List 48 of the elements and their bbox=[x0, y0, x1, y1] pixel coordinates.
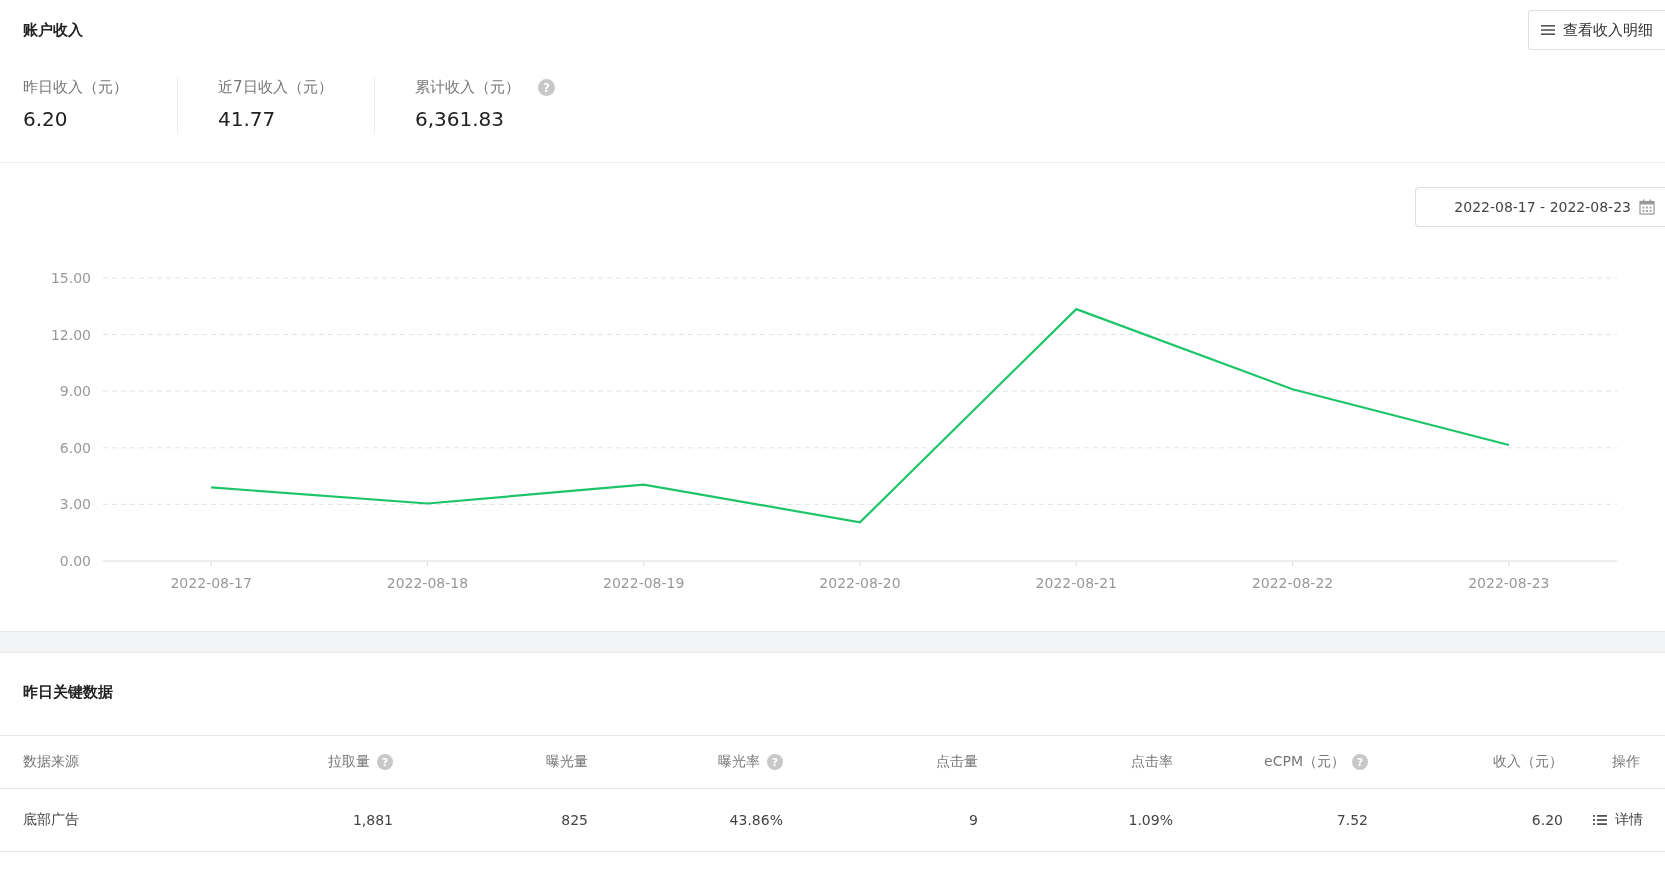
stat-value: 6,361.83 bbox=[415, 107, 506, 131]
table-cell: 9 bbox=[969, 812, 978, 828]
table-cell: 1,881 bbox=[352, 812, 393, 828]
y-axis-label: 6.00 bbox=[59, 439, 91, 456]
column-header: 点击量 bbox=[936, 753, 978, 771]
stat-value: 6.20 bbox=[23, 107, 69, 131]
table-cell: 825 bbox=[561, 812, 588, 828]
x-axis-label: 2022-08-22 bbox=[1251, 575, 1334, 591]
calendar-icon bbox=[1639, 199, 1655, 215]
column-header: 操作 bbox=[1612, 753, 1640, 771]
x-axis-label: 2022-08-19 bbox=[603, 575, 685, 591]
y-axis-label: 15.00 bbox=[50, 270, 91, 286]
column-header: eCPM（元） bbox=[1264, 753, 1345, 771]
column-header: 曝光率 bbox=[718, 753, 760, 771]
column-header: 点击率 bbox=[1131, 753, 1173, 771]
stat-label: 累计收入（元） bbox=[415, 78, 520, 97]
y-axis-label: 9.00 bbox=[59, 383, 91, 400]
stat-label: 近7日收入（元） bbox=[218, 78, 333, 97]
help-icon[interactable]: ? bbox=[538, 79, 555, 96]
x-axis-label: 2022-08-18 bbox=[386, 575, 469, 591]
y-axis-label: 3.00 bbox=[59, 496, 91, 513]
x-axis-label: 2022-08-21 bbox=[1035, 575, 1117, 591]
help-icon[interactable]: ? bbox=[767, 754, 783, 770]
section-title: 账户收入 bbox=[23, 20, 83, 40]
y-axis-label: 0.00 bbox=[59, 553, 91, 569]
details-link[interactable]: 详情 bbox=[1593, 811, 1643, 829]
menu-icon bbox=[1541, 24, 1555, 36]
x-axis-label: 2022-08-20 bbox=[819, 575, 901, 591]
stat-label: 昨日收入（元） bbox=[23, 78, 128, 97]
column-header: 数据来源 bbox=[23, 753, 79, 771]
income-detail-button[interactable]: 查看收入明细 bbox=[1528, 10, 1665, 50]
table-cell: 1.09% bbox=[1128, 812, 1173, 828]
date-range-field[interactable]: 2022-08-17 - 2022-08-23 bbox=[1415, 187, 1665, 227]
list-icon bbox=[1593, 814, 1607, 826]
x-axis-label: 2022-08-23 bbox=[1468, 575, 1550, 591]
table-cell: 6.20 bbox=[1531, 812, 1563, 828]
x-axis-label: 2022-08-17 bbox=[170, 575, 252, 591]
table-cell: 43.86% bbox=[729, 812, 783, 828]
y-axis-label: 12.00 bbox=[50, 326, 91, 343]
column-header: 收入（元） bbox=[1493, 753, 1563, 771]
column-header: 拉取量 bbox=[328, 753, 370, 771]
stat-value: 41.77 bbox=[218, 107, 277, 131]
help-icon[interactable]: ? bbox=[1352, 754, 1368, 770]
table-cell: 底部广告 bbox=[23, 811, 79, 827]
section-title: 昨日关键数据 bbox=[22, 682, 114, 703]
column-header: 曝光量 bbox=[546, 753, 588, 771]
table-cell: 7.52 bbox=[1336, 812, 1368, 828]
help-icon[interactable]: ? bbox=[377, 754, 393, 770]
